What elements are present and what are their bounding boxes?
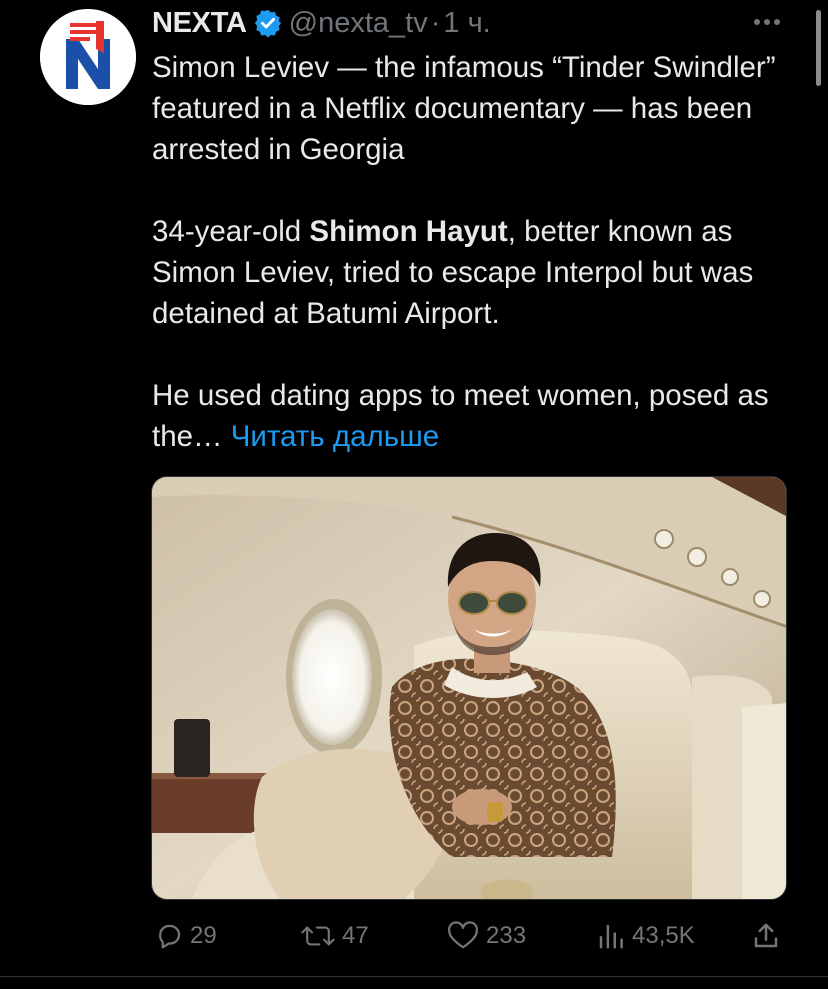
tweet-paragraph-2: 34-year-old Shimon Hayut, better known a…: [152, 211, 802, 334]
tweet[interactable]: NEXTA @nexta_tv · 1 ч. Simon Leviev — th…: [0, 0, 828, 989]
verified-badge-icon: [254, 9, 281, 38]
paragraph-2-prefix: 34-year-old: [152, 215, 310, 248]
views-button[interactable]: 43,5K: [596, 915, 695, 957]
more-dots-icon[interactable]: [750, 12, 784, 32]
reply-icon: [159, 924, 181, 949]
share-button[interactable]: [752, 915, 786, 957]
tweet-paragraph-1: Simon Leviev — the infamous “Tinder Swin…: [152, 51, 776, 166]
views-chart-icon: [599, 924, 623, 949]
tweet-photo[interactable]: [151, 476, 787, 900]
author-name[interactable]: NEXTA: [152, 4, 247, 42]
retweet-button[interactable]: 47: [300, 915, 369, 957]
tweet-paragraph-3: He used dating apps to meet women, posed…: [152, 375, 802, 457]
like-button[interactable]: 233: [446, 915, 526, 957]
scrollbar[interactable]: [816, 10, 821, 86]
divider: [0, 976, 828, 977]
bold-name: Shimon Hayut: [309, 215, 508, 248]
photo-image: [152, 477, 786, 899]
author-handle[interactable]: @nexta_tv: [289, 4, 428, 42]
tweet-text: Simon Leviev — the infamous “Tinder Swin…: [152, 47, 802, 457]
tweet-actions: 29 47 233 43,5K: [152, 915, 788, 957]
nexta-logo-icon: [40, 9, 136, 105]
read-more-link[interactable]: Читать дальше: [231, 420, 439, 453]
reply-button[interactable]: 29: [154, 915, 217, 957]
like-count: 233: [486, 922, 527, 949]
avatar[interactable]: [40, 9, 136, 105]
views-count: 43,5K: [632, 922, 695, 949]
reply-count: 29: [190, 922, 217, 949]
heart-icon: [447, 921, 479, 949]
timestamp[interactable]: 1 ч.: [443, 4, 490, 42]
tweet-header: NEXTA @nexta_tv · 1 ч.: [152, 4, 491, 42]
share-icon: [754, 923, 778, 948]
separator: ·: [430, 7, 441, 39]
retweet-count: 47: [342, 922, 369, 949]
retweet-icon: [301, 926, 335, 946]
